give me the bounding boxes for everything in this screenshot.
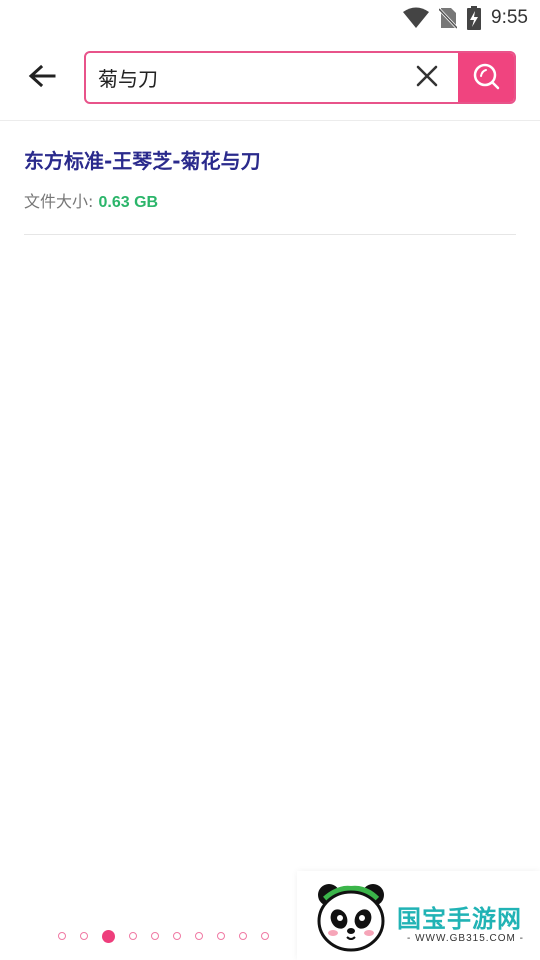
file-size-value: 0.63 GB xyxy=(98,194,159,211)
watermark-subtitle: - WWW.GB315.COM - xyxy=(407,933,524,944)
status-bar: 9:55 xyxy=(0,0,540,36)
file-size-label: 文件大小: xyxy=(24,192,94,211)
header-divider xyxy=(0,120,540,121)
search-input[interactable] xyxy=(86,53,404,102)
close-icon xyxy=(416,65,438,91)
search-button[interactable] xyxy=(458,53,514,102)
pagination-dot[interactable] xyxy=(129,932,137,940)
pagination-dot[interactable] xyxy=(261,932,269,940)
pagination-dots xyxy=(58,928,269,944)
pagination-dot[interactable] xyxy=(217,932,225,940)
watermark: 国宝手游网 - WWW.GB315.COM - xyxy=(297,871,540,960)
search-icon xyxy=(472,62,500,94)
pagination-dot[interactable] xyxy=(239,932,247,940)
pagination-dot[interactable] xyxy=(151,932,159,940)
clear-search-button[interactable] xyxy=(404,53,450,102)
list-item[interactable]: 东方标准-王琴芝-菊花与刀 文件大小: 0.63 GB xyxy=(24,140,516,235)
pagination-dot[interactable] xyxy=(195,932,203,940)
no-sim-icon xyxy=(439,7,458,29)
clock: 9:55 xyxy=(491,7,528,28)
wifi-icon xyxy=(403,7,430,29)
pagination-dot-active[interactable] xyxy=(102,929,115,943)
battery-charging-icon xyxy=(467,6,482,30)
pagination-dot[interactable] xyxy=(80,932,88,940)
panda-logo-icon xyxy=(315,881,387,957)
result-meta: 文件大小: 0.63 GB xyxy=(24,188,516,212)
pagination-dot[interactable] xyxy=(58,932,66,940)
results-list: 东方标准-王琴芝-菊花与刀 文件大小: 0.63 GB xyxy=(24,140,516,235)
watermark-title: 国宝手游网 xyxy=(397,905,522,933)
pagination-dot[interactable] xyxy=(173,932,181,940)
search-header xyxy=(0,50,540,106)
result-title: 东方标准-王琴芝-菊花与刀 xyxy=(24,149,261,173)
search-box xyxy=(84,51,516,104)
back-button[interactable] xyxy=(22,60,62,96)
arrow-left-icon xyxy=(28,64,56,92)
